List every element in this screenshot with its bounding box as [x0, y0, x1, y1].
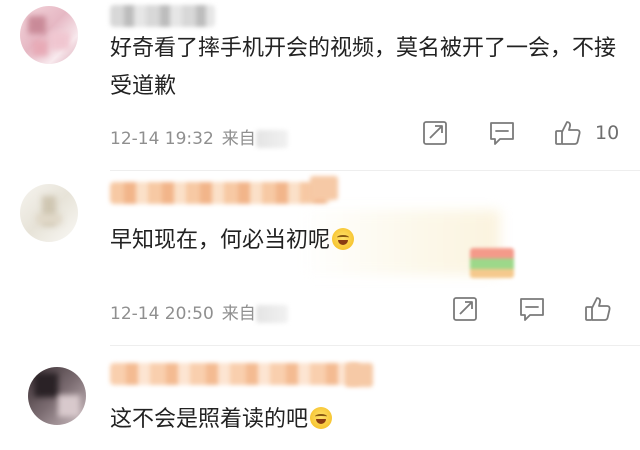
comment-item: 这不会是照着读的吧 [0, 345, 640, 450]
location-label: 来自 [221, 304, 256, 324]
share-icon[interactable] [420, 118, 450, 148]
like-icon[interactable] [553, 118, 583, 148]
laugh-cry-emoji [332, 228, 355, 250]
share-icon[interactable] [450, 294, 480, 324]
like-icon[interactable] [583, 294, 613, 324]
avatar[interactable] [20, 6, 78, 64]
username[interactable] [110, 5, 215, 27]
comment-icon[interactable] [487, 118, 517, 148]
comment-meta: 12-14 19:32 来自 [110, 124, 288, 149]
username[interactable] [110, 182, 330, 204]
laugh-cry-emoji [310, 407, 333, 429]
location-value [255, 130, 288, 148]
comment-item: 好奇看了摔手机开会的视频，莫名被开了一会，不接受道歉 12-14 19:32 来自… [0, 0, 640, 170]
avatar[interactable] [20, 184, 78, 242]
comment-date: 12-14 19:32 [110, 129, 214, 149]
avatar[interactable] [28, 367, 86, 425]
comment-sticker-image [470, 248, 514, 278]
like-count: 10 [595, 122, 620, 144]
comment-item: 早知现在，何必当初呢 12-14 20:50 来自 [0, 170, 640, 345]
user-badge [310, 176, 338, 200]
comment-date: 12-14 20:50 [110, 304, 214, 324]
comment-text: 早知现在，何必当初呢 [110, 222, 355, 260]
comment-text: 这不会是照着读的吧 [110, 401, 333, 439]
username[interactable] [110, 363, 360, 385]
comment-meta: 12-14 20:50 来自 [110, 299, 288, 324]
location-label: 来自 [221, 129, 256, 149]
comment-text: 好奇看了摔手机开会的视频，莫名被开了一会，不接受道歉 [110, 36, 617, 99]
comment-icon[interactable] [517, 294, 547, 324]
location-value [255, 305, 288, 323]
user-badge [345, 363, 373, 387]
